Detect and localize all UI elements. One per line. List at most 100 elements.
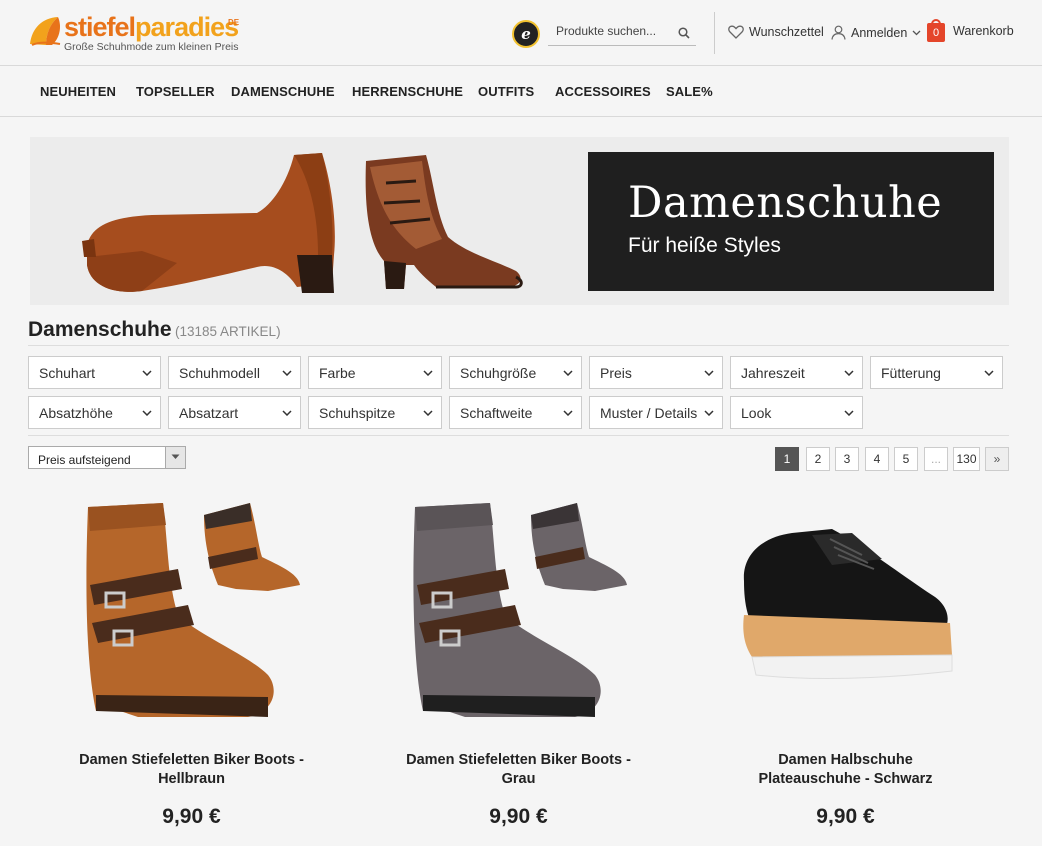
nav-item-sale[interactable]: SALE%	[666, 84, 713, 99]
header: stiefelparadies DE Große Schuhmode zum k…	[0, 0, 1042, 66]
page-title: Damenschuhe	[28, 318, 172, 341]
page-4[interactable]: 4	[865, 447, 889, 471]
filter-jahreszeit[interactable]: Jahreszeit	[730, 356, 863, 389]
sort-dropdown-button[interactable]	[165, 447, 185, 468]
logo-wordmark: stiefelparadies	[64, 12, 239, 42]
logo-part2: paradies	[135, 12, 239, 42]
product-image	[743, 529, 953, 679]
logo[interactable]: stiefelparadies DE Große Schuhmode zum k…	[28, 12, 248, 56]
wishlist-label: Wunschzettel	[749, 25, 824, 39]
login-label: Anmelden	[851, 25, 908, 40]
trusted-shops-symbol: e	[521, 25, 531, 43]
divider	[28, 435, 1009, 436]
page-2[interactable]: 2	[806, 447, 830, 471]
filter-absatzart[interactable]: Absatzart	[168, 396, 301, 429]
product-image	[413, 503, 627, 717]
chevron-down-icon	[704, 410, 714, 416]
product-name-line1: Damen Stiefeletten Biker Boots -	[406, 752, 631, 768]
filter-preis[interactable]: Preis	[589, 356, 723, 389]
page-3[interactable]: 3	[835, 447, 859, 471]
banner-title: Damenschuhe	[628, 178, 943, 228]
user-icon	[831, 25, 846, 40]
chevron-down-icon	[984, 370, 994, 376]
filter-label: Schuhmodell	[179, 365, 260, 381]
filter-label: Farbe	[319, 365, 356, 381]
banner-boot-image	[82, 153, 335, 293]
banner-subtitle: Für heiße Styles	[628, 234, 781, 257]
filter-label: Jahreszeit	[741, 365, 805, 381]
filter-look[interactable]: Look	[730, 396, 863, 429]
nav-item-neuheiten[interactable]: NEUHEITEN	[40, 84, 116, 99]
nav-item-herrenschuhe[interactable]: HERRENSCHUHE	[352, 84, 463, 99]
chevron-down-icon	[844, 410, 854, 416]
nav-item-accessoires[interactable]: ACCESSOIRES	[555, 84, 651, 99]
filter-fuetterung[interactable]: Fütterung	[870, 356, 1003, 389]
filter-schaftweite[interactable]: Schaftweite	[449, 396, 582, 429]
page-last[interactable]: 130	[953, 447, 980, 471]
product-name[interactable]: Damen Halbschuhe Plateauschuhe - Schwarz	[682, 751, 1009, 789]
product-card[interactable]: Damen Halbschuhe Plateauschuhe - Schwarz …	[682, 485, 1009, 846]
chevron-down-icon	[844, 370, 854, 376]
product-card[interactable]: Damen Stiefeletten Biker Boots - Grau 9,9…	[355, 485, 682, 846]
search-input[interactable]	[556, 24, 676, 38]
filter-schuhart[interactable]: Schuhart	[28, 356, 161, 389]
sort-select[interactable]: Preis aufsteigend	[28, 446, 186, 469]
nav-item-damenschuhe[interactable]: DAMENSCHUHE	[231, 84, 335, 99]
filter-schuhmodell[interactable]: Schuhmodell	[168, 356, 301, 389]
filter-schuhgroesse[interactable]: Schuhgröße	[449, 356, 582, 389]
chevron-down-icon	[282, 370, 292, 376]
nav-item-topseller[interactable]: TOPSELLER	[136, 84, 215, 99]
cart-count: 0	[932, 27, 940, 39]
logo-part1: stiefel	[64, 12, 136, 42]
filter-label: Schuhart	[39, 365, 96, 381]
main-nav: NEUHEITEN TOPSELLER DAMENSCHUHE HERRENSC…	[0, 66, 1042, 117]
chevron-down-icon	[142, 410, 152, 416]
product-name[interactable]: Damen Stiefeletten Biker Boots - Grau	[355, 751, 682, 789]
page-ellipsis: ...	[924, 447, 948, 471]
chevron-down-icon	[704, 370, 714, 376]
page-1[interactable]: 1	[775, 447, 799, 471]
article-count: (13185 ARTIKEL)	[175, 324, 281, 339]
filter-label: Look	[741, 405, 772, 421]
filter-label: Fütterung	[881, 365, 941, 381]
cart-label: Warenkorb	[953, 24, 1014, 38]
trusted-shops-badge[interactable]: e	[512, 20, 540, 48]
chevron-down-icon	[423, 370, 433, 376]
filter-schuhspitze[interactable]: Schuhspitze	[308, 396, 442, 429]
heart-icon	[728, 25, 744, 39]
wishlist-link[interactable]: Wunschzettel	[728, 25, 824, 39]
product-name-line1: Damen Halbschuhe	[778, 752, 913, 768]
product-name-line2: Plateauschuhe - Schwarz	[758, 771, 933, 787]
cart-bag-icon: 0	[927, 19, 945, 43]
filter-label: Schuhgröße	[460, 365, 537, 381]
page-5[interactable]: 5	[894, 447, 918, 471]
product-name-line1: Damen Stiefeletten Biker Boots -	[79, 752, 304, 768]
product-name[interactable]: Damen Stiefeletten Biker Boots - Hellbrau…	[28, 751, 355, 789]
filter-farbe[interactable]: Farbe	[308, 356, 442, 389]
filter-label: Schaftweite	[460, 405, 533, 421]
product-card[interactable]: Damen Stiefeletten Biker Boots - Hellbrau…	[28, 485, 355, 846]
chevron-down-icon	[423, 410, 433, 416]
product-price: 9,90 €	[816, 805, 875, 828]
product-image	[86, 503, 300, 717]
login-link[interactable]: Anmelden	[831, 25, 921, 40]
nav-item-outfits[interactable]: OUTFITS	[478, 84, 534, 99]
chevron-down-icon	[282, 410, 292, 416]
search-icon[interactable]	[678, 27, 690, 39]
cart-link[interactable]: 0 Warenkorb	[927, 19, 1014, 43]
search-box	[548, 20, 696, 46]
banner-ankle-boot-image	[365, 155, 523, 289]
category-banner[interactable]: Damenschuhe Für heiße Styles	[30, 137, 1009, 305]
chevron-down-icon	[563, 370, 573, 376]
filter-label: Muster / Details	[600, 405, 698, 421]
product-price: 9,90 €	[162, 805, 221, 828]
filter-absatzhoehe[interactable]: Absatzhöhe	[28, 396, 161, 429]
logo-mark-icon	[30, 17, 61, 46]
banner-text-box: Damenschuhe Für heiße Styles	[588, 152, 994, 291]
page-next-button[interactable]: »	[985, 447, 1009, 471]
filter-label: Schuhspitze	[319, 405, 396, 421]
filter-label: Absatzhöhe	[39, 405, 113, 421]
filter-label: Absatzart	[179, 405, 239, 421]
filter-muster-details[interactable]: Muster / Details	[589, 396, 723, 429]
chevron-down-icon	[142, 370, 152, 376]
